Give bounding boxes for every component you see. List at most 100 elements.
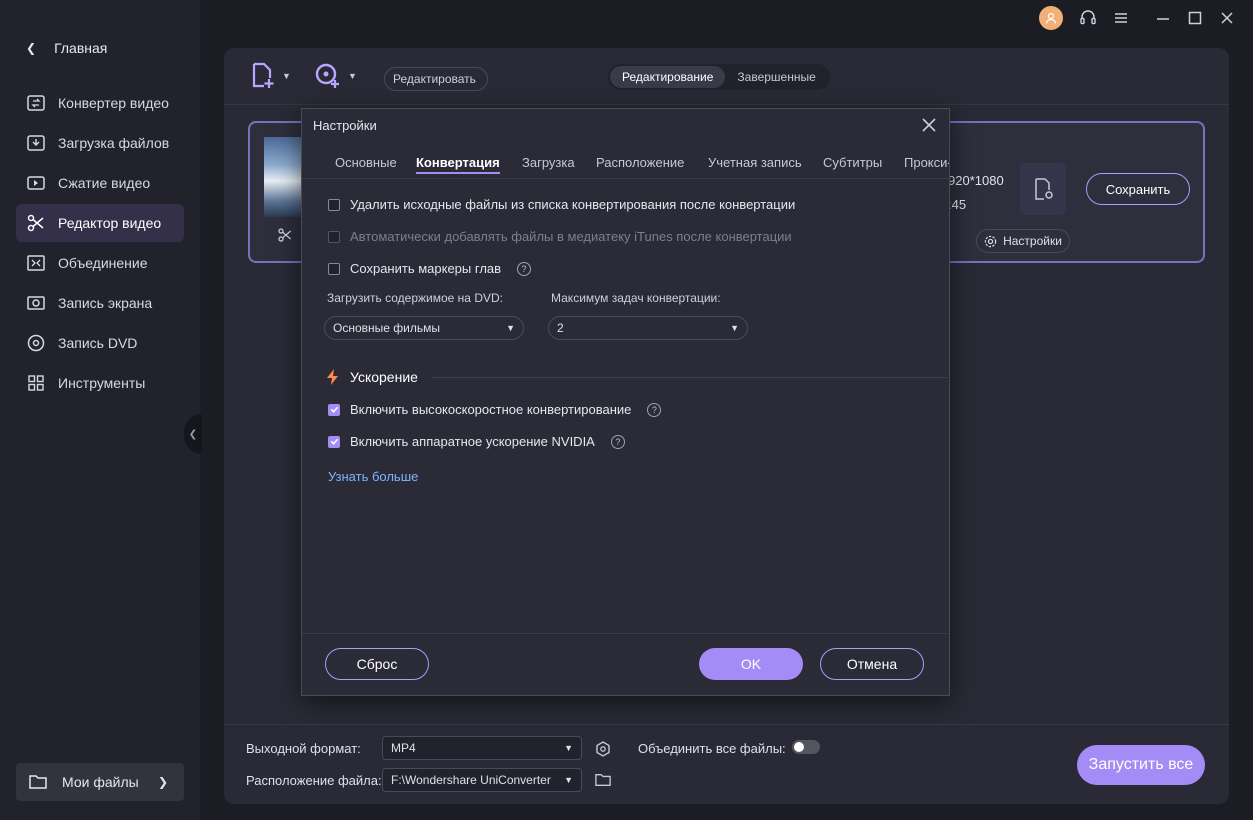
tab-editing[interactable]: Редактирование bbox=[610, 66, 726, 88]
chevron-left-icon: ❮ bbox=[188, 428, 198, 440]
acceleration-title: Ускорение bbox=[350, 369, 418, 385]
option-label: Включить высокоскоростное конвертировани… bbox=[350, 402, 632, 417]
compress-icon bbox=[27, 176, 45, 190]
chapter-markers-option[interactable]: Сохранить маркеры глав ? bbox=[328, 261, 532, 276]
home-link[interactable]: ❮ Главная bbox=[26, 40, 107, 56]
view-segment: Редактирование Завершенные bbox=[608, 64, 830, 90]
nvidia-option[interactable]: Включить аппаратное ускорение NVIDIA ? bbox=[328, 434, 625, 449]
sidebar-item-dvd-burner[interactable]: Запись DVD bbox=[16, 324, 184, 362]
maximize-icon[interactable] bbox=[1187, 10, 1203, 26]
add-files-button[interactable]: ▼ bbox=[250, 62, 291, 90]
gear-icon bbox=[984, 235, 997, 247]
chevron-left-icon: ❮ bbox=[26, 41, 37, 55]
tab-finished[interactable]: Завершенные bbox=[725, 66, 827, 88]
tab-convert[interactable]: Конвертация bbox=[416, 155, 500, 174]
cancel-button[interactable]: Отмена bbox=[820, 648, 924, 680]
user-icon bbox=[1045, 12, 1057, 24]
download-icon bbox=[27, 135, 45, 151]
settings-dialog: Настройки Основные Конвертация Загрузка … bbox=[301, 108, 950, 696]
chevron-down-icon: ▼ bbox=[282, 71, 291, 81]
max-tasks-select[interactable]: 2 ▼ bbox=[548, 316, 748, 340]
high-speed-option[interactable]: Включить высокоскоростное конвертировани… bbox=[328, 402, 662, 417]
divider bbox=[224, 104, 1229, 105]
tab-subtitles[interactable]: Субтитры bbox=[823, 155, 882, 170]
add-media-button[interactable]: ▼ bbox=[314, 62, 357, 90]
folder-icon[interactable] bbox=[594, 772, 612, 788]
chevron-down-icon: ▼ bbox=[564, 775, 573, 785]
delete-source-option[interactable]: Удалить исходные файлы из списка конверт… bbox=[328, 197, 795, 212]
tab-proxy[interactable]: Прокси- bbox=[904, 155, 949, 170]
check-icon bbox=[330, 438, 338, 445]
video-thumbnail[interactable] bbox=[264, 137, 302, 217]
chevron-down-icon: ▼ bbox=[730, 323, 739, 333]
reset-button[interactable]: Сброс bbox=[325, 648, 429, 680]
file-info: 920*1080 :45 bbox=[948, 169, 1004, 217]
sidebar-item-video-editor[interactable]: Редактор видео bbox=[16, 204, 184, 242]
sidebar: ❮ Главная Конвертер видео Загрузка файло… bbox=[0, 0, 200, 820]
folder-icon bbox=[29, 775, 47, 789]
checkbox[interactable] bbox=[328, 198, 340, 211]
divider bbox=[302, 633, 949, 634]
divider bbox=[432, 377, 948, 378]
close-icon[interactable] bbox=[919, 115, 939, 135]
scissors-icon[interactable] bbox=[277, 227, 293, 243]
divider bbox=[224, 724, 1229, 725]
help-icon[interactable]: ? bbox=[517, 261, 532, 276]
edit-mode-select[interactable]: Редактировать bbox=[384, 67, 488, 91]
sidebar-item-screen-recorder[interactable]: Запись экрана bbox=[16, 284, 184, 322]
acceleration-section-header: Ускорение bbox=[324, 368, 418, 386]
save-button[interactable]: Сохранить bbox=[1086, 173, 1190, 205]
headset-icon[interactable] bbox=[1079, 9, 1097, 27]
edit-mode-value: Редактировать bbox=[393, 72, 476, 86]
run-all-button[interactable]: Запустить все bbox=[1077, 745, 1205, 785]
screen-record-icon bbox=[27, 296, 45, 310]
option-label: Автоматически добавлять файлы в медиатек… bbox=[350, 229, 792, 244]
sidebar-item-label: Загрузка файлов bbox=[58, 135, 170, 151]
sidebar-item-label: Редактор видео bbox=[58, 215, 162, 231]
output-settings-button[interactable] bbox=[1020, 163, 1066, 215]
ok-button[interactable]: OK bbox=[699, 648, 803, 680]
menu-icon[interactable] bbox=[1113, 10, 1129, 26]
sidebar-item-video-converter[interactable]: Конвертер видео bbox=[16, 84, 184, 122]
file-location-label: Расположение файла: bbox=[246, 773, 382, 788]
file-settings-icon bbox=[1035, 178, 1053, 200]
file-settings-button[interactable]: Настройки bbox=[976, 229, 1070, 253]
output-format-select[interactable]: MP4 ▼ bbox=[382, 736, 582, 760]
sidebar-item-compressor[interactable]: Сжатие видео bbox=[16, 164, 184, 202]
checkbox-checked[interactable] bbox=[328, 403, 340, 416]
help-icon[interactable]: ? bbox=[610, 434, 625, 449]
tab-general[interactable]: Основные bbox=[335, 155, 397, 170]
tab-download[interactable]: Загрузка bbox=[522, 155, 575, 170]
file-location-select[interactable]: F:\Wondershare UniConverter ▼ bbox=[382, 768, 582, 792]
sidebar-item-downloader[interactable]: Загрузка файлов bbox=[16, 124, 184, 162]
dialog-title: Настройки bbox=[313, 118, 377, 133]
learn-more-link[interactable]: Узнать больше bbox=[328, 469, 418, 484]
checkbox-checked[interactable] bbox=[328, 435, 340, 448]
resolution-text: 920*1080 bbox=[948, 173, 1004, 188]
sidebar-item-merger[interactable]: Объединение bbox=[16, 244, 184, 282]
duration-text: :45 bbox=[948, 197, 967, 212]
dvd-content-select[interactable]: Основные фильмы ▼ bbox=[324, 316, 524, 340]
minimize-icon[interactable] bbox=[1155, 10, 1171, 26]
sidebar-item-label: Инструменты bbox=[58, 375, 146, 391]
option-label: Удалить исходные файлы из списка конверт… bbox=[350, 197, 796, 212]
tab-account[interactable]: Учетная запись bbox=[708, 155, 802, 170]
dvd-content-label: Загрузить содержимое на DVD: bbox=[327, 291, 503, 305]
sidebar-item-toolbox[interactable]: Инструменты bbox=[16, 364, 184, 402]
lightning-icon bbox=[327, 369, 338, 385]
format-settings-icon[interactable] bbox=[594, 740, 612, 758]
tab-location[interactable]: Расположение bbox=[596, 155, 684, 170]
help-icon[interactable]: ? bbox=[647, 402, 662, 417]
add-file-icon bbox=[252, 62, 274, 88]
option-label: Включить аппаратное ускорение NVIDIA bbox=[350, 434, 595, 449]
option-label: Сохранить маркеры глав bbox=[350, 261, 502, 276]
chevron-right-icon: ❯ bbox=[157, 775, 168, 789]
merge-toggle[interactable] bbox=[792, 740, 820, 754]
checkbox[interactable] bbox=[328, 262, 340, 275]
user-avatar[interactable] bbox=[1039, 6, 1063, 30]
close-icon[interactable] bbox=[1219, 10, 1235, 26]
add-disc-icon bbox=[315, 63, 339, 88]
my-files-button[interactable]: Мои файлы ❯ bbox=[16, 763, 184, 801]
dvd-icon bbox=[27, 334, 45, 352]
sidebar-item-label: Конвертер видео bbox=[58, 95, 169, 111]
